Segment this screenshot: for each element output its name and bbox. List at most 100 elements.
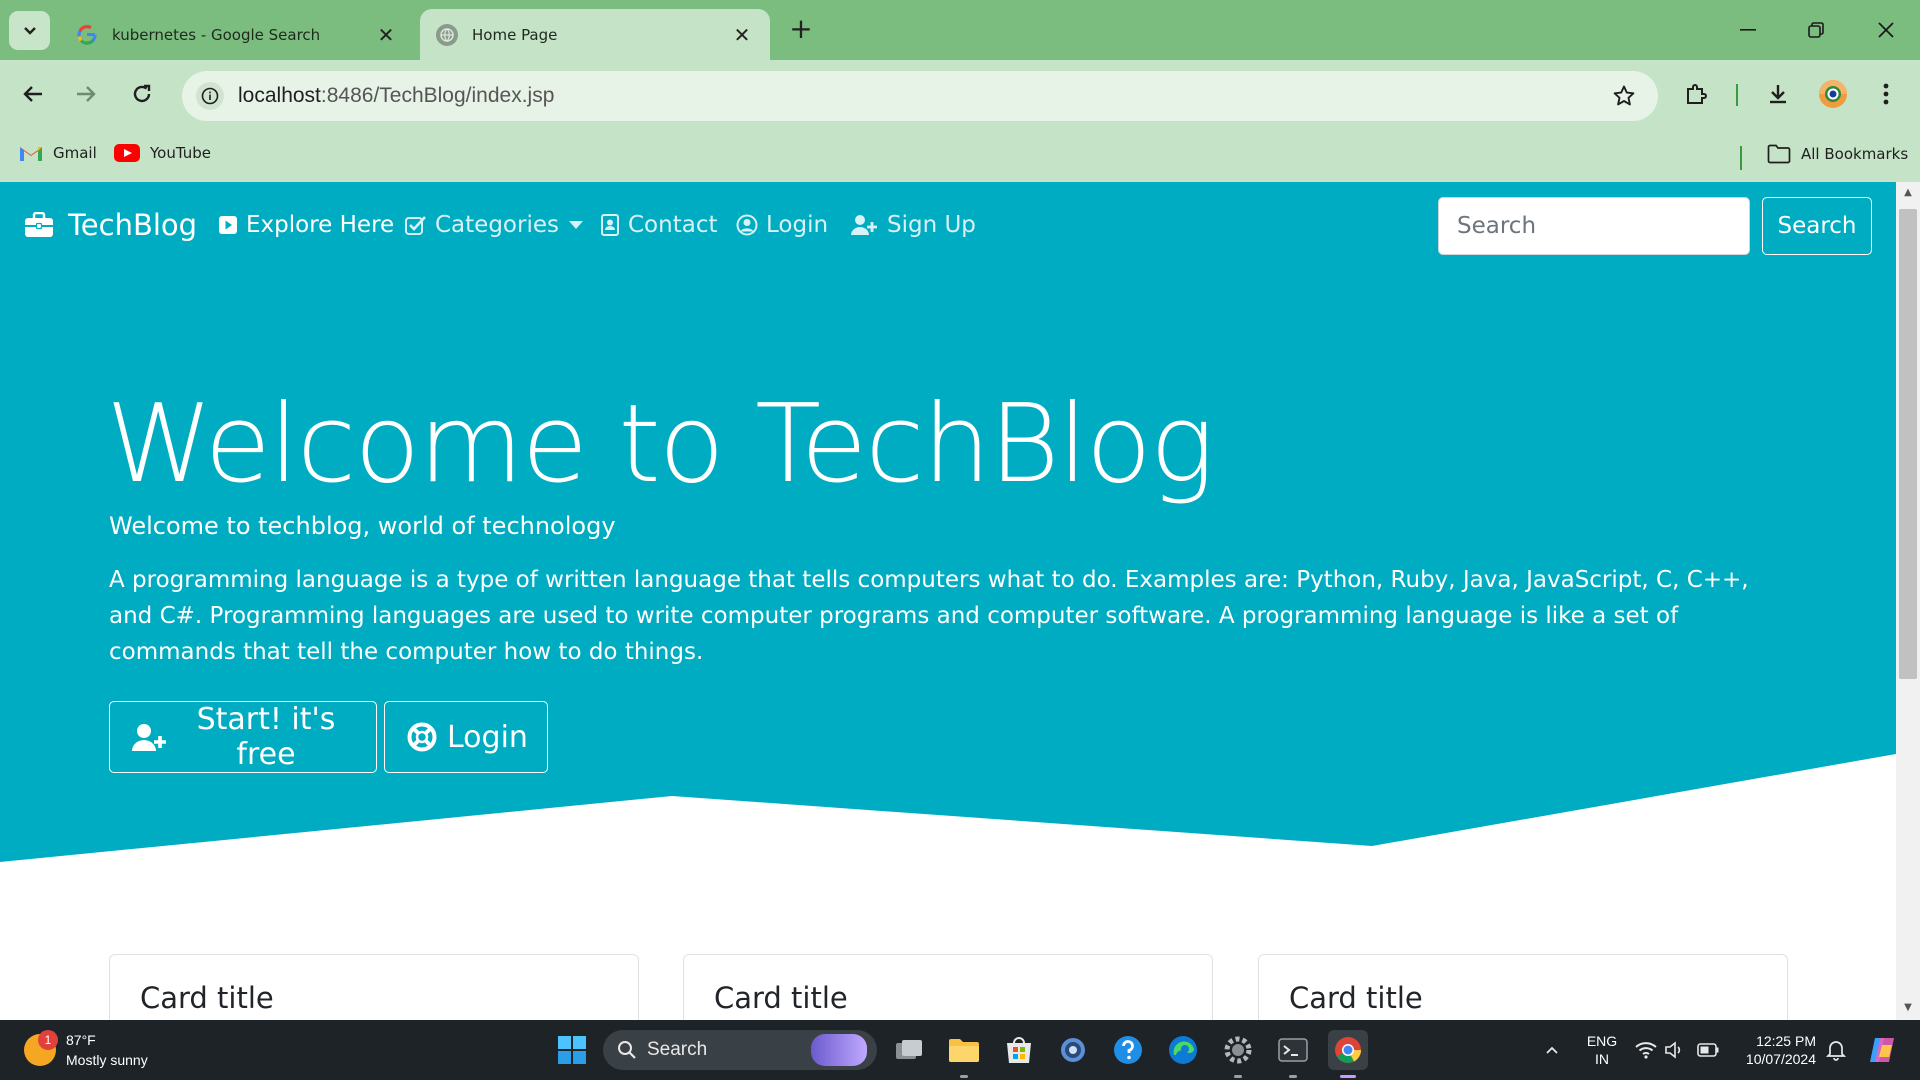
speaker-icon — [1665, 1041, 1681, 1059]
forward-button[interactable] — [68, 76, 104, 112]
clock[interactable]: 12:25 PM 10/07/2024 — [1732, 1032, 1816, 1068]
show-hidden-icons-button[interactable] — [1532, 1030, 1572, 1070]
system-settings-button[interactable] — [1218, 1030, 1258, 1070]
card-title: Card title — [1289, 981, 1423, 1015]
help-icon — [1114, 1036, 1142, 1064]
nav-explore-here[interactable]: Explore Here — [218, 212, 394, 238]
volume-status[interactable] — [1658, 1030, 1690, 1070]
nav-link-label: Explore Here — [246, 212, 395, 238]
file-explorer-button[interactable] — [944, 1030, 984, 1070]
get-help-button[interactable] — [1108, 1030, 1148, 1070]
new-tab-button[interactable]: + — [785, 14, 817, 46]
scroll-down-arrow-icon[interactable]: ▼ — [1899, 999, 1917, 1017]
youtube-icon — [114, 144, 140, 162]
profile-button[interactable] — [1815, 76, 1851, 112]
language-code: ENG — [1586, 1033, 1618, 1049]
url-path: :8486/TechBlog/index.jsp — [320, 84, 555, 107]
page-viewport: TechBlog Explore Here Categories Contact — [0, 182, 1896, 1020]
life-ring-icon — [407, 722, 437, 752]
bookmark-gmail[interactable]: Gmail — [19, 144, 97, 162]
hero-login-button[interactable]: Login — [384, 701, 548, 773]
all-bookmarks-button[interactable]: All Bookmarks — [1767, 144, 1908, 164]
chrome-button[interactable] — [1328, 1030, 1368, 1070]
microsoft-store-button[interactable] — [999, 1030, 1039, 1070]
bookmarks-separator — [1740, 146, 1742, 170]
user-circle-icon — [736, 214, 758, 236]
taskbar-search[interactable]: Search — [603, 1030, 877, 1070]
scrollbar-thumb[interactable] — [1899, 209, 1917, 679]
task-view-button[interactable] — [889, 1030, 929, 1070]
extensions-button[interactable] — [1678, 76, 1714, 112]
play-square-icon — [218, 215, 238, 235]
running-indicator — [1234, 1075, 1242, 1078]
hero-description: A programming language is a type of writ… — [109, 567, 1749, 665]
bookmark-youtube[interactable]: YouTube — [114, 144, 211, 162]
nav-sign-up[interactable]: Sign Up — [851, 212, 976, 238]
address-book-icon — [600, 214, 620, 236]
nav-login[interactable]: Login — [736, 212, 828, 238]
bookmark-label: YouTube — [150, 144, 211, 162]
copilot-icon — [1870, 1038, 1894, 1062]
restore-button[interactable] — [1796, 12, 1836, 48]
downloads-button[interactable] — [1760, 76, 1796, 112]
address-bar[interactable]: localhost:8486/TechBlog/index.jsp — [182, 71, 1658, 121]
user-plus-icon — [851, 214, 879, 236]
start-button[interactable] — [552, 1030, 592, 1070]
url-host: localhost — [238, 84, 321, 107]
close-icon[interactable]: ✕ — [374, 23, 398, 47]
site-navbar: TechBlog Explore Here Categories Contact — [0, 182, 1896, 268]
active-app-indicator — [1340, 1075, 1356, 1078]
nav-link-label: Login — [766, 212, 829, 238]
store-icon — [1007, 1037, 1031, 1063]
browser-menu-button[interactable] — [1868, 76, 1904, 112]
reload-icon — [133, 84, 151, 103]
nav-contact[interactable]: Contact — [600, 212, 717, 238]
scroll-up-arrow-icon[interactable]: ▲ — [1899, 184, 1917, 202]
brand-link[interactable]: TechBlog — [24, 208, 197, 242]
bookmarks-bar: Gmail YouTube All Bookmarks — [0, 136, 1920, 176]
edge-icon — [1169, 1036, 1197, 1064]
minimize-icon — [1740, 29, 1756, 31]
running-indicator — [1289, 1075, 1297, 1078]
bell-icon — [1826, 1041, 1846, 1061]
tab-google-search[interactable]: kubernetes - Google Search ✕ — [60, 9, 414, 60]
tab-home-page[interactable]: Home Page ✕ — [420, 9, 770, 60]
tab-search-button[interactable] — [9, 11, 50, 50]
back-button[interactable] — [15, 76, 51, 112]
language-indicator[interactable]: ENG IN — [1584, 1032, 1620, 1068]
site-info-icon[interactable] — [196, 82, 224, 110]
caret-down-icon — [568, 221, 583, 229]
settings-app-button[interactable] — [1053, 1030, 1093, 1070]
edge-browser-button[interactable] — [1163, 1030, 1203, 1070]
battery-status[interactable] — [1692, 1030, 1724, 1070]
close-icon[interactable]: ✕ — [730, 23, 754, 47]
clock-time: 12:25 PM — [1756, 1033, 1816, 1049]
notifications-button[interactable] — [1820, 1030, 1852, 1070]
search-highlight-image — [811, 1034, 867, 1066]
restore-icon — [1808, 22, 1824, 38]
post-card: Card title — [1258, 954, 1788, 1020]
close-window-button[interactable] — [1866, 12, 1906, 48]
search-button[interactable]: Search — [1762, 197, 1872, 255]
reload-button[interactable] — [124, 76, 160, 112]
start-free-button[interactable]: Start! it's free — [109, 701, 377, 773]
card-title: Card title — [714, 981, 848, 1015]
bookmark-star-icon[interactable] — [1612, 84, 1636, 112]
weather-description: Mostly sunny — [66, 1052, 148, 1068]
gear-icon — [1061, 1038, 1085, 1062]
folder-icon — [949, 1039, 979, 1062]
minimize-button[interactable] — [1728, 12, 1768, 48]
search-icon — [617, 1040, 637, 1060]
post-card: Card title — [109, 954, 639, 1020]
copilot-button[interactable] — [1862, 1030, 1902, 1070]
weather-sun-icon: 1 — [24, 1030, 58, 1066]
search-input[interactable] — [1438, 197, 1750, 255]
user-plus-icon — [132, 723, 168, 751]
weather-widget[interactable]: 1 87°F Mostly sunny — [24, 1030, 148, 1070]
post-card: Card title — [683, 954, 1213, 1020]
terminal-button[interactable] — [1273, 1030, 1313, 1070]
terminal-icon — [1278, 1038, 1308, 1062]
url-text: localhost:8486/TechBlog/index.jsp — [238, 84, 554, 108]
taskbar-search-label: Search — [647, 1039, 708, 1060]
nav-categories-dropdown[interactable]: Categories — [405, 212, 583, 238]
